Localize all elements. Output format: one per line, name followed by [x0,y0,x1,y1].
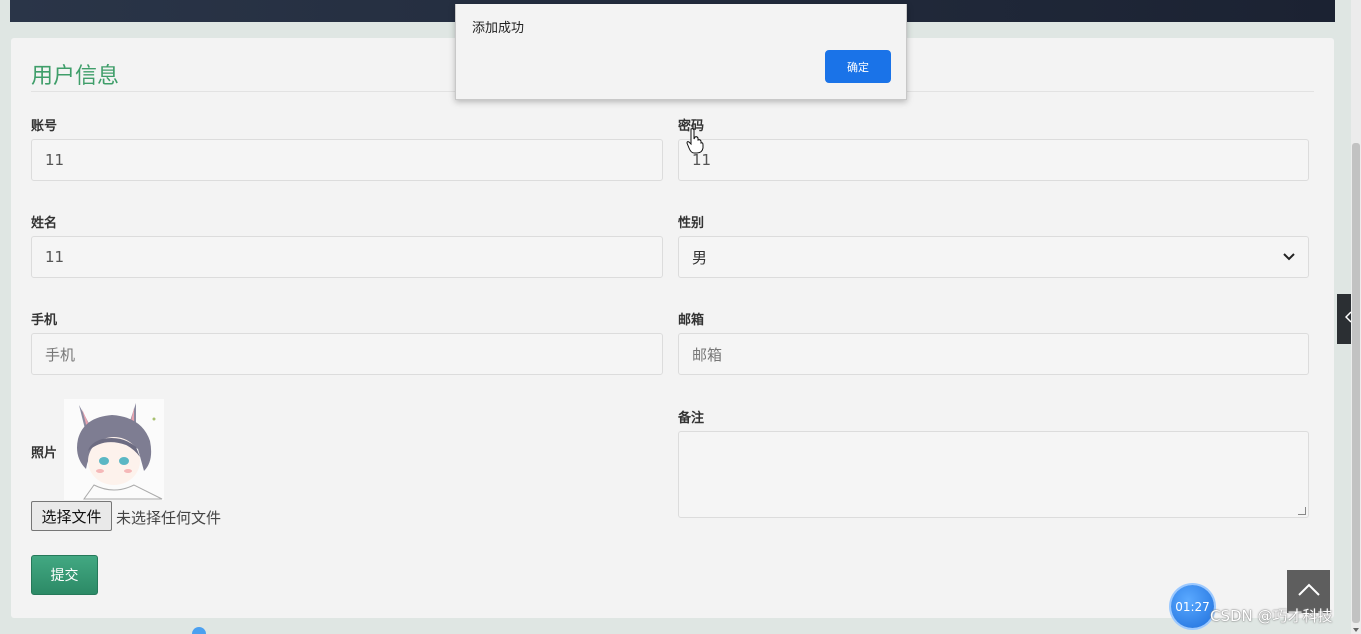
scrollbar-thumb[interactable] [1352,143,1360,623]
phone-placeholder: 手机 [45,345,76,364]
name-label: 姓名 [31,216,58,231]
scroll-down-arrow-icon[interactable] [1353,628,1359,632]
page-scrollbar[interactable] [1351,0,1361,634]
choose-file-button[interactable]: 选择文件 [31,501,112,531]
user-info-card: 用户信息 账号 11 密码 11 姓名 11 性别 男 手机 手机 邮箱 邮箱 … [11,38,1334,618]
gender-selected-value: 男 [692,248,708,267]
recording-timer: 01:27 [1171,585,1214,628]
phone-input[interactable]: 手机 [31,333,663,375]
gender-select[interactable]: 男 [678,236,1309,278]
password-input[interactable]: 11 [678,139,1309,181]
remark-label: 备注 [678,411,705,426]
name-input[interactable]: 11 [31,236,663,278]
hand-cursor-icon [686,128,704,158]
chevron-down-icon [1283,249,1295,265]
page-title: 用户信息 [31,64,120,89]
dialog-ok-button[interactable]: 确定 [825,50,891,83]
resize-handle-icon[interactable] [1298,507,1306,515]
account-label: 账号 [31,119,58,134]
email-input[interactable]: 邮箱 [678,333,1309,375]
alert-dialog: 添加成功 确定 [455,4,907,100]
watermark-text: CSDN @巧才科技 [1210,607,1333,625]
avatar-photo [64,399,164,500]
email-placeholder: 邮箱 [692,345,723,364]
photo-label: 照片 [31,446,58,461]
dialog-message: 添加成功 [472,21,525,36]
bottom-indicator-dot [192,627,206,634]
account-value: 11 [45,151,65,169]
submit-button[interactable]: 提交 [31,555,98,595]
file-status-text: 未选择任何文件 [116,509,222,527]
gender-label: 性别 [678,216,705,231]
remark-textarea[interactable] [678,431,1309,518]
chevron-up-icon [1297,582,1321,601]
email-label: 邮箱 [678,313,705,328]
phone-label: 手机 [31,313,58,328]
account-input[interactable]: 11 [31,139,663,181]
name-value: 11 [45,248,65,266]
